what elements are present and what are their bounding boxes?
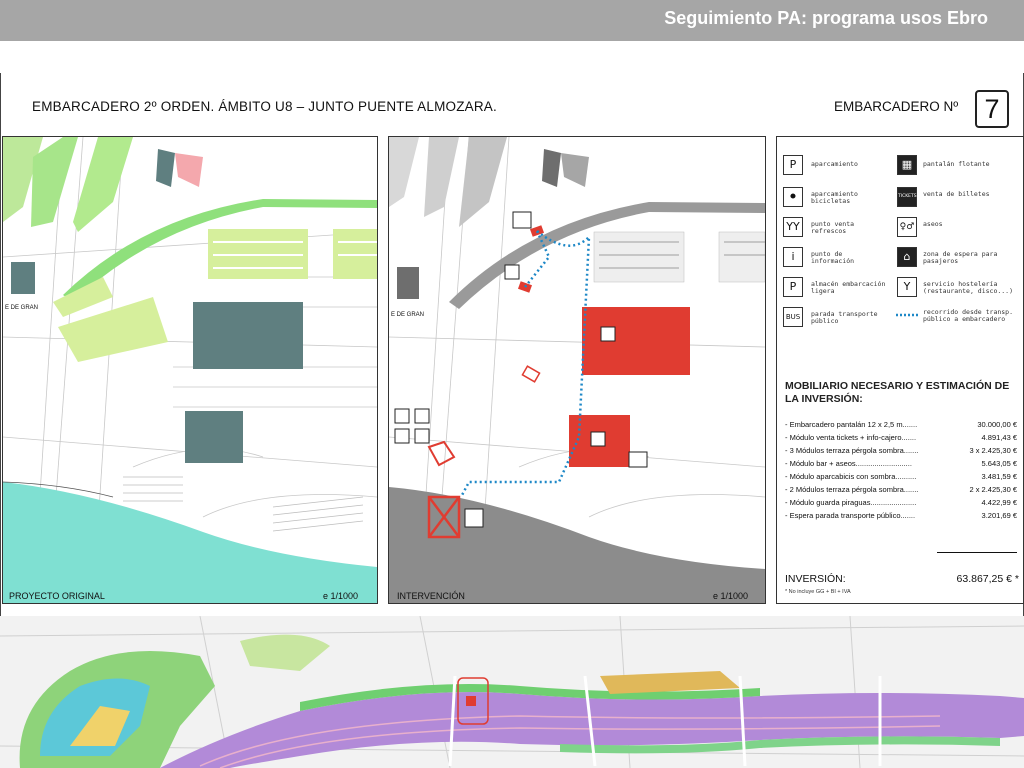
cost-row: - Módulo venta tickets + info-cajero....… xyxy=(785,433,1017,445)
street-label: E DE GRAN xyxy=(5,305,39,311)
cost-value: 3.201,69 € xyxy=(981,511,1017,520)
intervention-caption: INTERVENCIÓN xyxy=(397,591,465,601)
intervention-scale: e 1/1000 xyxy=(713,591,749,601)
river-overview-map xyxy=(0,616,1024,768)
slide-title: Seguimiento PA: programa usos Ebro xyxy=(664,8,988,28)
original-project-map: PROYECTO ORIGINAL e 1/1000 E DE GRAN xyxy=(2,136,378,604)
legend-panel: P aparcamiento ⚫ aparcamiento bicicletas… xyxy=(776,136,1024,604)
boat-storage-icon: P xyxy=(783,277,803,297)
parking-icon: P xyxy=(783,155,803,175)
footnote: * No incluye GG + BI + IVA xyxy=(785,589,851,595)
hospitality-icon: Y xyxy=(897,277,917,297)
toilets-icon: ♀♂ xyxy=(897,217,917,237)
legend-label: aparcamiento xyxy=(811,160,858,168)
total-label: INVERSIÓN: xyxy=(785,573,846,585)
cost-row: - Embarcadero pantalán 12 x 2,5 m.......… xyxy=(785,420,1017,432)
total-divider xyxy=(937,552,1017,553)
cost-row: - Módulo guarda piraguas................… xyxy=(785,498,1017,510)
furniture-investment-title: MOBILIARIO NECESARIO Y ESTIMACIÓN DE LA … xyxy=(785,380,1010,405)
legend-label: punto de información xyxy=(811,250,855,265)
legend-label: recorrido desde transp. público a embarc… xyxy=(923,308,1014,323)
legend-label: almacén embarcación ligera xyxy=(811,280,886,295)
dock-number-label: EMBARCADERO Nº xyxy=(834,99,959,114)
cost-item: - Módulo guarda piraguas................… xyxy=(785,498,917,507)
drinks-icon: YY xyxy=(783,217,803,237)
cost-item: - 3 Módulos terraza pérgola sombra......… xyxy=(785,446,919,455)
route-line-icon xyxy=(896,313,920,317)
legend-label: zona de espera para pasajeros xyxy=(923,250,998,265)
cost-item: - Módulo aparcabicis con sombra.........… xyxy=(785,472,917,481)
cost-value: 5.643,05 € xyxy=(981,459,1017,468)
original-project-scale: e 1/1000 xyxy=(323,591,359,601)
legend-label: aparcamiento bicicletas xyxy=(811,190,858,205)
cost-value: 4.891,43 € xyxy=(981,433,1017,442)
cost-value: 30.000,00 € xyxy=(977,420,1017,429)
floating-pontoon-icon: ▦ xyxy=(897,155,917,175)
ticket-icon: TICKETS xyxy=(897,187,917,207)
cost-row: - 2 Módulos terraza pérgola sombra......… xyxy=(785,485,1017,497)
info-icon: i xyxy=(783,247,803,267)
cost-item: - Módulo bar + aseos....................… xyxy=(785,459,912,468)
intervention-plan-drawing xyxy=(389,137,765,603)
original-plan-drawing xyxy=(3,137,377,603)
cost-value: 2 x 2.425,30 € xyxy=(969,485,1017,494)
original-project-caption: PROYECTO ORIGINAL xyxy=(9,591,105,601)
cost-item: - Módulo venta tickets + info-cajero....… xyxy=(785,433,917,442)
cost-row: - Módulo aparcabicis con sombra.........… xyxy=(785,472,1017,484)
legend-label: punto venta refrescos xyxy=(811,220,855,235)
legend-label: servicio hostelería (restaurante, disco.… xyxy=(923,280,1014,295)
sheet-heading: EMBARCADERO 2º ORDEN. ÁMBITO U8 – JUNTO … xyxy=(32,99,497,114)
waiting-area-icon: ⌂ xyxy=(897,247,917,267)
cost-row: - Espera parada transporte público......… xyxy=(785,511,1017,523)
legend-label: venta de billetes xyxy=(923,190,990,198)
cost-value: 3 x 2.425,30 € xyxy=(969,446,1017,455)
legend-label: parada transporte público xyxy=(811,310,878,325)
river-overview-drawing xyxy=(0,616,1024,768)
legend-label: pantalán flotante xyxy=(923,160,990,168)
intervention-map: INTERVENCIÓN e 1/1000 E DE GRAN xyxy=(388,136,766,604)
cost-row: - 3 Módulos terraza pérgola sombra......… xyxy=(785,446,1017,458)
total-value: 63.867,25 € * xyxy=(956,573,1019,585)
cost-item: - Espera parada transporte público......… xyxy=(785,511,916,520)
cost-item: - Embarcadero pantalán 12 x 2,5 m....... xyxy=(785,420,918,429)
legend-label: aseos xyxy=(923,220,943,228)
cost-row: - Módulo bar + aseos....................… xyxy=(785,459,1017,471)
cost-item: - 2 Módulos terraza pérgola sombra......… xyxy=(785,485,919,494)
cost-value: 4.422,99 € xyxy=(981,498,1017,507)
title-banner: Seguimiento PA: programa usos Ebro xyxy=(0,0,1024,41)
cost-value: 3.481,59 € xyxy=(981,472,1017,481)
bicycle-icon: ⚫ xyxy=(783,187,803,207)
bus-icon: BUS xyxy=(783,307,803,327)
plan-sheet: EMBARCADERO 2º ORDEN. ÁMBITO U8 – JUNTO … xyxy=(0,73,1024,768)
dock-number: 7 xyxy=(975,90,1009,128)
street-label: E DE GRAN xyxy=(391,312,425,318)
